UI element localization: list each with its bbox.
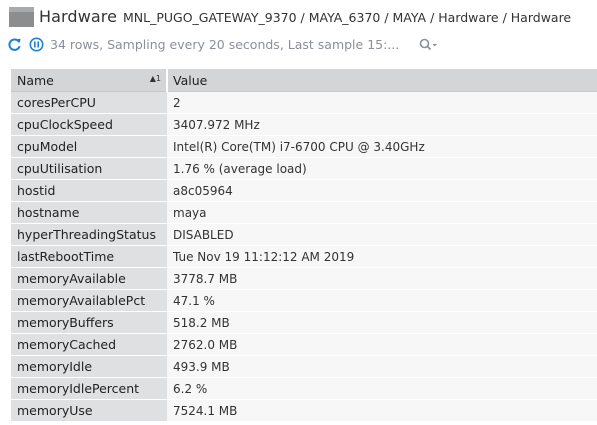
row-value: 3407.972 MHz (167, 113, 597, 136)
row-value: 518.2 MB (167, 311, 597, 334)
table-row[interactable]: hostid a8c05964 (11, 179, 597, 202)
row-value: DISABLED (167, 223, 597, 246)
row-name: memoryIdle (11, 355, 167, 378)
column-header-value[interactable]: Value (167, 69, 597, 92)
column-header-name[interactable]: Name ▲1 (11, 69, 168, 92)
row-name: hostid (11, 179, 167, 202)
sort-order: 1 (155, 74, 161, 83)
row-name: hostname (11, 201, 167, 224)
row-name: cpuModel (11, 135, 167, 158)
status-text: 34 rows, Sampling every 20 seconds, Last… (50, 37, 400, 52)
table-row[interactable]: coresPerCPU 2 (11, 91, 597, 114)
row-value: 2 (167, 91, 597, 114)
table-row[interactable]: cpuUtilisation 1.76 % (average load) (11, 157, 597, 180)
row-name: memoryCached (11, 333, 167, 356)
row-name: hyperThreadingStatus (11, 223, 167, 246)
row-value: 47.1 % (167, 289, 597, 312)
row-value: 493.9 MB (167, 355, 597, 378)
pause-icon[interactable] (29, 37, 44, 52)
search-input[interactable] (413, 35, 597, 55)
table-row[interactable]: memoryIdlePercent 6.2 % (11, 377, 597, 400)
refresh-icon[interactable] (7, 37, 22, 52)
row-value: 1.76 % (average load) (167, 157, 597, 180)
table-row[interactable]: cpuClockSpeed 3407.972 MHz (11, 113, 597, 136)
row-value: 6.2 % (167, 377, 597, 400)
table-row[interactable]: cpuModel Intel(R) Core(TM) i7-6700 CPU @… (11, 135, 597, 158)
title-bar: Hardware MNL_PUGO_GATEWAY_9370 / MAYA_63… (0, 0, 597, 34)
row-name: memoryUse (11, 399, 167, 422)
row-value: a8c05964 (167, 179, 597, 202)
row-value: 2762.0 MB (167, 333, 597, 356)
column-header-label: Name (17, 72, 54, 88)
table-row[interactable]: memoryUse 7524.1 MB (11, 399, 597, 422)
table-row[interactable]: memoryBuffers 518.2 MB (11, 311, 597, 334)
table-header-row: Name ▲1 Value (11, 69, 597, 92)
table-row[interactable]: memoryIdle 493.9 MB (11, 355, 597, 378)
table-row[interactable]: memoryAvailable 3778.7 MB (11, 267, 597, 290)
table-row[interactable]: hostname maya (11, 201, 597, 224)
row-value: Tue Nov 19 11:12:12 AM 2019 (167, 245, 597, 268)
row-name: cpuClockSpeed (11, 113, 167, 136)
hardware-panel: Hardware MNL_PUGO_GATEWAY_9370 / MAYA_63… (0, 0, 597, 425)
page-title: Hardware (39, 7, 118, 26)
row-name: memoryAvailablePct (11, 289, 167, 312)
row-value: maya (167, 201, 597, 224)
row-value: 7524.1 MB (167, 399, 597, 422)
row-name: lastRebootTime (11, 245, 167, 268)
row-name: memoryAvailable (11, 267, 167, 290)
hardware-icon (9, 7, 34, 27)
row-value: Intel(R) Core(TM) i7-6700 CPU @ 3.40GHz (167, 135, 597, 158)
search-icon[interactable] (419, 38, 439, 52)
table-row[interactable]: lastRebootTime Tue Nov 19 11:12:12 AM 20… (11, 245, 597, 268)
row-name: memoryIdlePercent (11, 377, 167, 400)
breadcrumb[interactable]: MNL_PUGO_GATEWAY_9370 / MAYA_6370 / MAYA… (123, 10, 571, 25)
table-row[interactable]: hyperThreadingStatus DISABLED (11, 223, 597, 246)
column-header-label: Value (173, 72, 208, 88)
hardware-table: Name ▲1 Value coresPerCPU 2 cpuClockSpee… (11, 69, 597, 422)
row-value: 3778.7 MB (167, 267, 597, 290)
row-name: cpuUtilisation (11, 157, 167, 180)
table-row[interactable]: memoryCached 2762.0 MB (11, 333, 597, 356)
row-name: memoryBuffers (11, 311, 167, 334)
table-row[interactable]: memoryAvailablePct 47.1 % (11, 289, 597, 312)
sort-ascending-icon[interactable]: ▲1 (150, 74, 161, 83)
toolbar: 34 rows, Sampling every 20 seconds, Last… (0, 34, 597, 56)
row-name: coresPerCPU (11, 91, 167, 114)
